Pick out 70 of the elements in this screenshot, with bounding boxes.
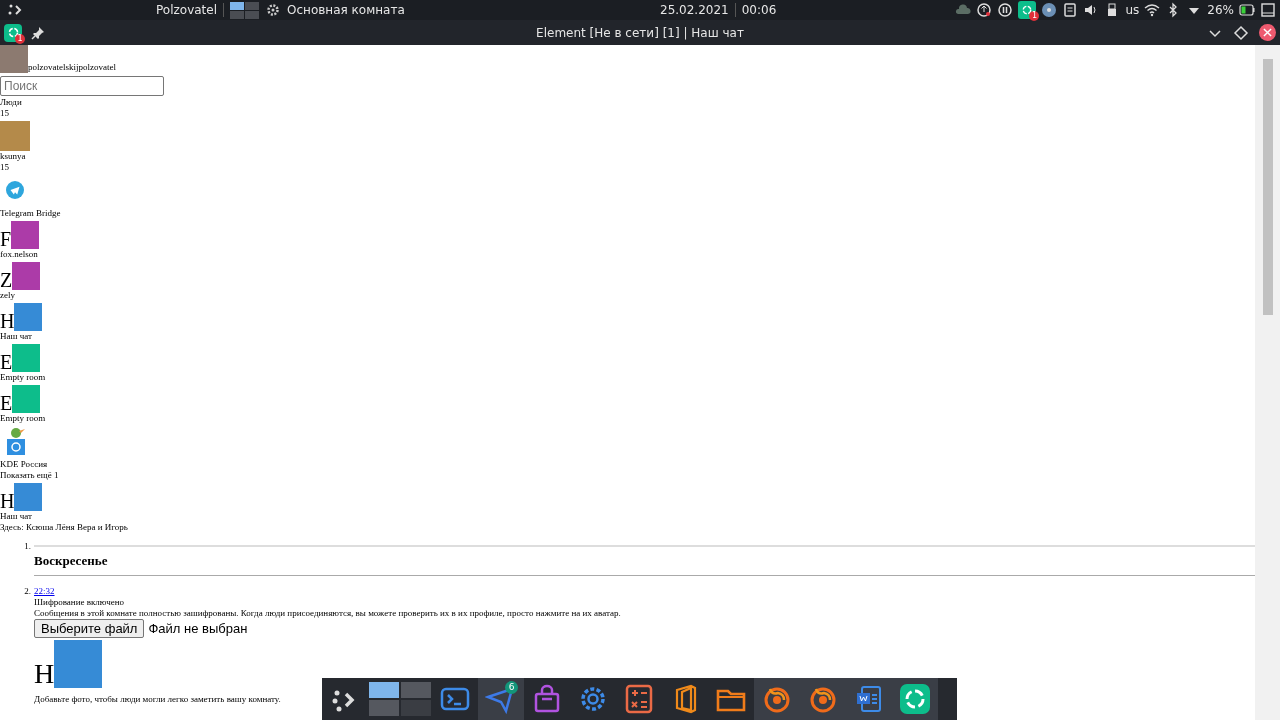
event-title: Шифрование включено <box>34 597 126 608</box>
chat-app-tray-icon[interactable]: 1 <box>1018 1 1037 19</box>
close-icon <box>1263 28 1272 37</box>
date-heading: Воскресенье <box>34 553 109 569</box>
avatar-letter: E <box>0 393 13 413</box>
room-name[interactable]: fox.nelson <box>0 249 1255 260</box>
tray-label[interactable]: us <box>1125 3 1140 17</box>
event-text: Сообщения в этой комнате полностью зашифрованы. Когда люди присоединяются, вы можете проверить их в их профиле, просто нажмите на их аватар. <box>34 608 622 619</box>
timestamp-link[interactable]: 22:32 <box>34 586 55 596</box>
diamond-icon[interactable] <box>1233 24 1249 41</box>
member-count: 15 <box>0 108 10 119</box>
gear-icon[interactable] <box>265 2 281 18</box>
ring-logo-icon <box>1021 4 1034 16</box>
avatar-letter: F <box>0 229 12 249</box>
room-name: Наш чат <box>0 511 33 522</box>
notification-badge: 1 <box>1029 11 1040 21</box>
room-name[interactable]: Empty room <box>0 413 1255 424</box>
dock-item[interactable]: 6 <box>478 678 524 720</box>
room-avatar[interactable] <box>11 221 40 249</box>
clock: 00:06 <box>741 3 777 17</box>
clipboard-icon[interactable] <box>1062 2 1079 18</box>
avatar-letter: Z <box>0 270 13 290</box>
window-title: Element [Не в сети] [1] | Наш чат <box>535 25 745 40</box>
calculator-icon[interactable] <box>623 683 655 715</box>
room-avatar[interactable] <box>14 483 43 511</box>
avatar-letter: Н <box>34 660 55 688</box>
room-avatar[interactable] <box>54 640 103 688</box>
window-title[interactable]: Основная комната <box>287 3 405 17</box>
app-icon[interactable]: 1 <box>4 23 22 42</box>
desktop-pager[interactable] <box>230 1 259 19</box>
disc-icon[interactable] <box>1041 2 1058 18</box>
room-topic: Здесь: Ксюша Лёня Вера и Игорь <box>0 522 129 533</box>
room-name[interactable]: Наш чат <box>0 331 1255 342</box>
choose-file-button[interactable]: Выберите файл <box>34 619 145 638</box>
pin-icon[interactable] <box>30 24 46 41</box>
show-more-link[interactable]: Показать ещё 1 <box>0 470 1255 481</box>
paper-plane-icon[interactable] <box>6 181 24 199</box>
room-name[interactable]: zely <box>0 290 1255 301</box>
notification-badge: 1 <box>15 33 25 44</box>
date: 25.02.2021 <box>660 3 729 17</box>
dock-item[interactable] <box>892 678 938 720</box>
room-name[interactable]: ksunya <box>0 151 1255 162</box>
unread-count: 15 <box>0 162 10 173</box>
hint-text: Добавьте фото, чтобы люди могли легко заметить вашу комнату. <box>34 694 282 705</box>
user-name[interactable]: polzovatelskijpolzovatel <box>28 62 116 73</box>
search-field[interactable]: Поиск <box>0 76 164 96</box>
avatar-letter: Н <box>0 491 15 511</box>
ring-logo-icon <box>6 26 20 39</box>
close-button[interactable] <box>1259 24 1276 41</box>
room-avatar[interactable] <box>14 303 43 331</box>
room-avatar[interactable] <box>12 262 41 290</box>
room-name[interactable]: KDE Россия <box>0 459 1255 470</box>
battery-icon[interactable] <box>1239 2 1255 18</box>
section-title: Люди <box>0 97 23 108</box>
room-name[interactable]: Empty room <box>0 372 1255 383</box>
avatar-letter: E <box>0 352 13 372</box>
list-number: 2. <box>23 586 32 598</box>
file-status: Файл не выбран <box>148 620 248 637</box>
user-name[interactable]: Polzovatel <box>156 3 217 17</box>
notification-badge: 6 <box>505 681 518 694</box>
avatar-letter: Н <box>0 311 15 331</box>
window-icon[interactable] <box>1260 2 1276 18</box>
room-name[interactable]: Telegram Bridge <box>0 208 1255 219</box>
list-number: 1. <box>23 541 32 553</box>
upload-icon[interactable] <box>976 2 993 18</box>
wifi-icon[interactable] <box>1144 2 1161 18</box>
tray-label[interactable]: 26% <box>1207 3 1234 17</box>
pause-icon[interactable] <box>997 2 1014 18</box>
chat-app-icon[interactable] <box>899 683 931 715</box>
scrollbar[interactable] <box>1255 45 1280 720</box>
